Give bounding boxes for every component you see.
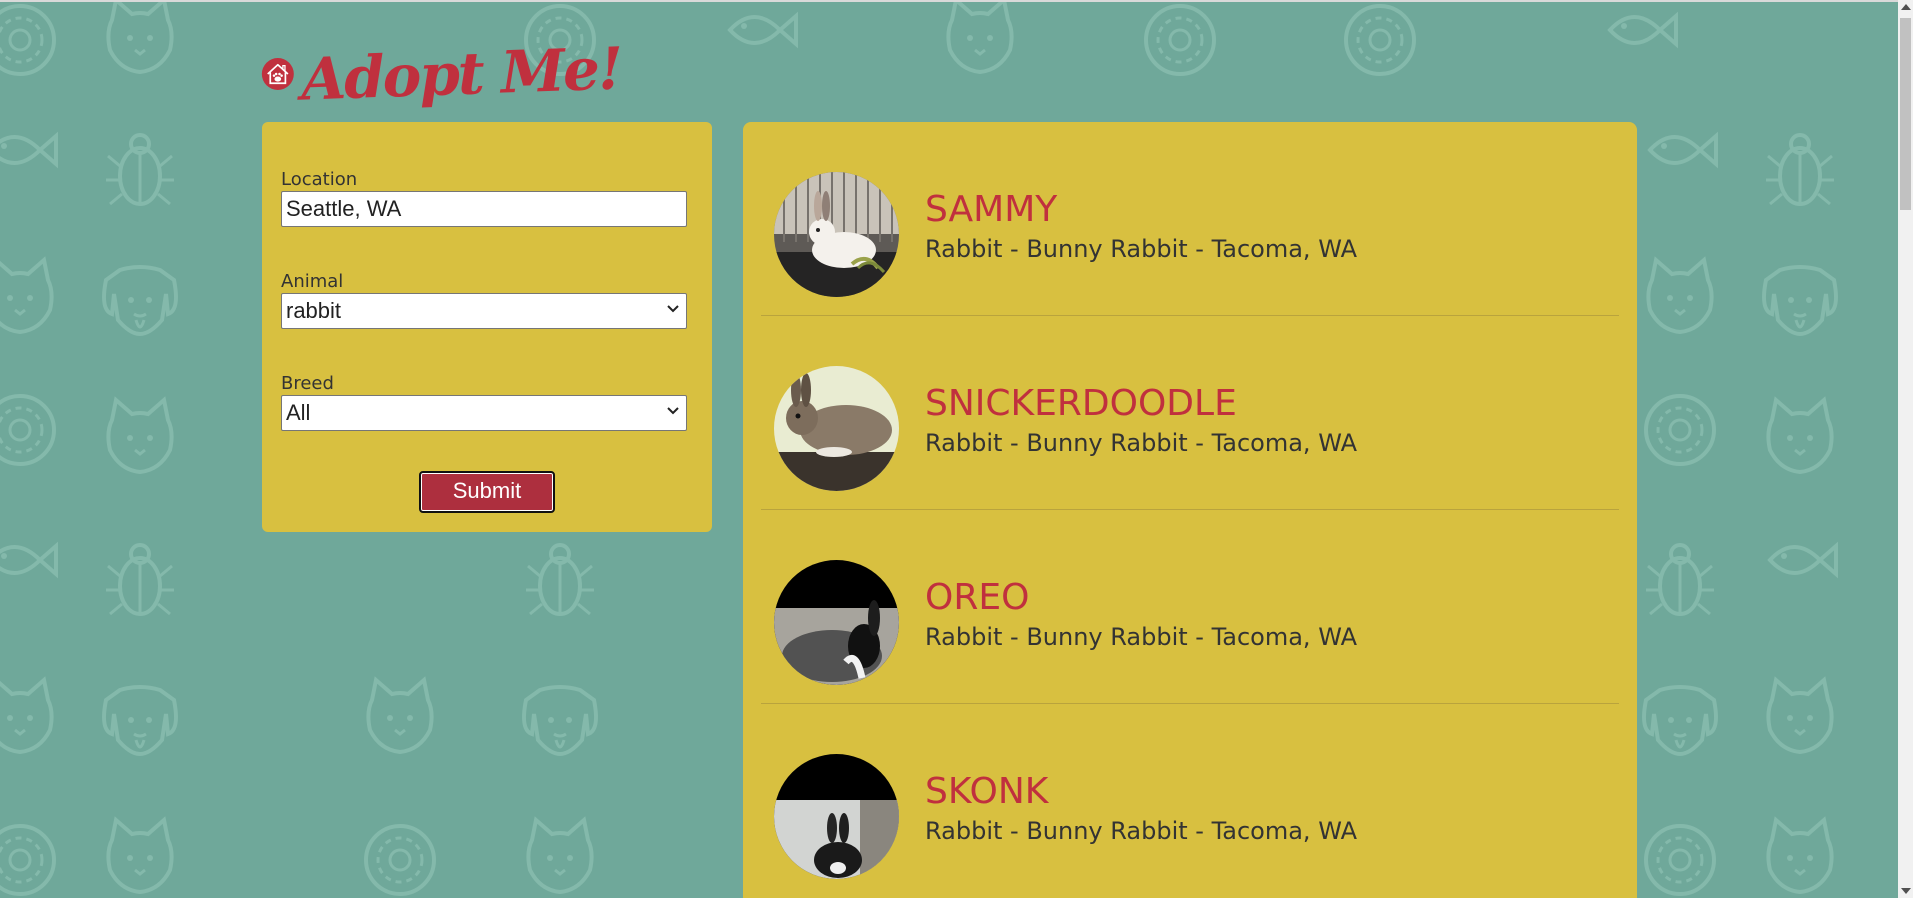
pet-card[interactable]: OREO Rabbit - Bunny Rabbit - Tacoma, WA <box>761 510 1619 704</box>
site-header: Adopt Me! <box>261 26 623 122</box>
site-title[interactable]: Adopt Me! <box>300 34 623 113</box>
animal-select-value: rabbit <box>286 298 342 323</box>
pet-photo[interactable] <box>774 172 899 297</box>
animal-select[interactable]: rabbit <box>281 293 687 329</box>
animal-label: Animal <box>281 271 344 292</box>
pet-card[interactable]: SAMMY Rabbit - Bunny Rabbit - Tacoma, WA <box>761 122 1619 316</box>
pet-card[interactable]: SKONK Rabbit - Bunny Rabbit - Tacoma, WA <box>761 704 1619 897</box>
page-scrollbar[interactable] <box>1898 0 1913 898</box>
pet-name: OREO <box>925 577 1030 618</box>
pet-photo[interactable] <box>774 560 899 685</box>
pet-photo[interactable] <box>774 366 899 491</box>
pet-results-list: SAMMY Rabbit - Bunny Rabbit - Tacoma, WA… <box>743 122 1637 898</box>
location-field: Location <box>281 169 687 227</box>
location-input[interactable] <box>281 191 687 227</box>
pet-info: Rabbit - Bunny Rabbit - Tacoma, WA <box>925 429 1358 457</box>
scroll-down-arrow-icon[interactable] <box>1901 888 1911 894</box>
pet-info: Rabbit - Bunny Rabbit - Tacoma, WA <box>925 623 1358 651</box>
breed-select-value: All <box>286 400 311 425</box>
pet-card[interactable]: SNICKERDOODLE Rabbit - Bunny Rabbit - Ta… <box>761 316 1619 510</box>
pet-name: SKONK <box>925 771 1049 812</box>
window-top-border <box>0 0 1913 2</box>
location-label: Location <box>281 169 358 190</box>
house-paw-icon[interactable] <box>261 35 295 113</box>
pet-name: SAMMY <box>925 189 1058 230</box>
scrollbar-thumb[interactable] <box>1900 18 1911 210</box>
pet-info: Rabbit - Bunny Rabbit - Tacoma, WA <box>925 235 1358 263</box>
submit-button[interactable]: Submit <box>419 471 555 513</box>
breed-field: Breed All <box>281 373 687 431</box>
scroll-up-arrow-icon[interactable] <box>1901 4 1911 10</box>
pet-photo[interactable] <box>774 754 899 879</box>
chevron-down-icon <box>667 407 679 415</box>
chevron-down-icon <box>667 305 679 313</box>
breed-label: Breed <box>281 373 334 394</box>
search-form: Location Animal rabbit Breed All Submit <box>262 122 712 532</box>
animal-field: Animal rabbit <box>281 271 687 329</box>
pet-info: Rabbit - Bunny Rabbit - Tacoma, WA <box>925 817 1358 845</box>
pet-name: SNICKERDOODLE <box>925 383 1237 424</box>
breed-select[interactable]: All <box>281 395 687 431</box>
